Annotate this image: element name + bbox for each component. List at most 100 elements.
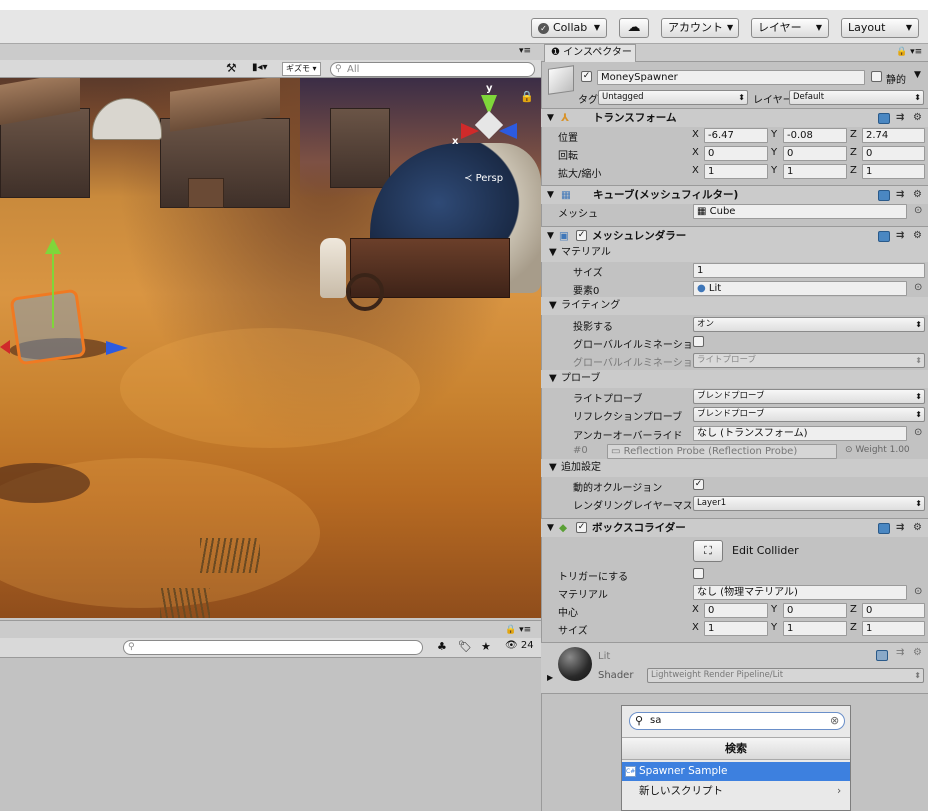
size-y-field[interactable]: 1 — [783, 621, 847, 636]
position-y-field[interactable]: -0.08 — [783, 128, 847, 143]
gizmos-dropdown[interactable]: ギズモ ▾ — [282, 62, 321, 76]
position-z-field[interactable]: 2.74 — [862, 128, 925, 143]
dynamic-occlusion-checkbox[interactable]: ✓ — [693, 479, 704, 490]
mesh-filter-header[interactable]: ▼ ▦ キューブ(メッシュフィルター) ⇉ ⚙ — [541, 185, 928, 204]
preset-icon[interactable]: ⇉ — [896, 227, 904, 245]
gi-receive-label: グローバルイルミネーションを受 — [573, 358, 691, 369]
cloud-button[interactable]: ☁ — [619, 18, 649, 38]
preset-icon[interactable]: ⇉ — [896, 519, 904, 537]
rotation-z-field[interactable]: 0 — [862, 146, 925, 161]
star-icon[interactable]: ★ — [481, 640, 491, 653]
scale-y-field[interactable]: 1 — [783, 164, 847, 179]
active-checkbox[interactable]: ✓ — [581, 71, 592, 82]
position-x-field[interactable]: -6.47 — [704, 128, 768, 143]
settings-gear-icon[interactable]: ⚙ — [913, 109, 922, 127]
additional-settings-foldout[interactable]: ▼ 追加設定 — [541, 459, 928, 477]
selected-cube[interactable] — [9, 288, 87, 366]
edit-collider-button[interactable]: ⛶ — [693, 540, 723, 562]
object-picker-icon[interactable]: ⊙ — [914, 586, 922, 597]
box-collider-enabled-checkbox[interactable]: ✓ — [576, 522, 587, 533]
collider-material-field[interactable]: なし (物理マテリアル) — [693, 585, 907, 600]
materials-size-field[interactable]: 1 — [693, 263, 925, 278]
move-gizmo-y-axis[interactable] — [52, 253, 54, 328]
mesh-field[interactable]: ▦ Cube — [693, 204, 907, 219]
mesh-renderer-header[interactable]: ▼ ▣ ✓ メッシュレンダラー ⇉ ⚙ — [541, 226, 928, 245]
camera-icon[interactable]: ▮◂▾ — [252, 62, 268, 73]
gi-checkbox[interactable] — [693, 336, 704, 347]
scene-search-input[interactable]: ⚲ All — [330, 62, 535, 77]
scale-x-field[interactable]: 1 — [704, 164, 768, 179]
popup-item-spawner-sample[interactable]: C# Spawner Sample — [622, 762, 850, 781]
trigger-checkbox[interactable] — [693, 568, 704, 579]
center-x-field[interactable]: 0 — [704, 603, 768, 618]
size-x-field[interactable]: 1 — [704, 621, 768, 636]
lock-menu-icon[interactable]: 🔒 ▾≡ — [505, 625, 531, 635]
object-name-field[interactable]: MoneySpawner — [597, 70, 865, 85]
clear-search-icon[interactable]: ⊗ — [830, 714, 839, 727]
layers-dropdown[interactable]: レイヤー ▼ — [751, 18, 829, 38]
popup-item-new-script[interactable]: 新しいスクリプト › — [622, 781, 850, 801]
component-search-input[interactable]: ⚲ sa ⊗ — [629, 712, 845, 730]
rotation-x-field[interactable]: 0 — [704, 146, 768, 161]
object-picker-icon[interactable]: ⊙ — [914, 427, 922, 438]
center-z-field[interactable]: 0 — [862, 603, 925, 618]
box-collider-header[interactable]: ▼ ◆ ✓ ボックスコライダー ⇉ ⚙ — [541, 518, 928, 537]
scene-viewport[interactable]: y x ≺ Persp 🔒 — [0, 78, 541, 618]
tab-inspector-label: インスペクター — [563, 47, 632, 58]
help-icon[interactable] — [878, 113, 890, 124]
cast-shadows-dropdown[interactable]: オン — [693, 317, 925, 332]
move-gizmo-y-arrow[interactable] — [45, 238, 61, 254]
persp-label[interactable]: ≺ Persp — [464, 173, 503, 184]
object-picker-icon[interactable]: ⊙ — [914, 205, 922, 216]
collider-material-value: なし (物理マテリアル) — [697, 587, 798, 598]
settings-gear-icon[interactable]: ⚙ — [913, 647, 922, 658]
scene-orientation-gizmo[interactable]: y x ≺ Persp — [452, 83, 529, 184]
collab-button[interactable]: ✓ Collab ▼ — [531, 18, 607, 38]
move-gizmo-z-arrow[interactable] — [106, 341, 128, 355]
preset-icon[interactable]: ⇉ — [896, 186, 904, 204]
move-gizmo-x-arrow[interactable] — [0, 340, 10, 354]
account-dropdown[interactable]: アカウント ▼ — [661, 18, 739, 38]
size-z-field[interactable]: 1 — [862, 621, 925, 636]
scale-z-field[interactable]: 1 — [862, 164, 925, 179]
layout-dropdown[interactable]: Layout ▼ — [841, 18, 919, 38]
probes-foldout[interactable]: ▼ プローブ — [541, 370, 928, 388]
anchor-override-field[interactable]: なし (トランスフォーム) — [693, 426, 907, 441]
transform-header[interactable]: ▼ ⅄ トランスフォーム ⇉ ⚙ — [541, 108, 928, 127]
tag-dropdown[interactable]: Untagged — [598, 90, 748, 105]
shader-dropdown[interactable]: Lightweight Render Pipeline/Lit — [647, 668, 924, 683]
project-search-input[interactable]: ⚲ — [123, 640, 423, 655]
tools-icon[interactable]: ⚒ — [226, 61, 237, 75]
reflection-probes-dropdown[interactable]: ブレンドプローブ — [693, 407, 925, 422]
element0-field[interactable]: ● Lit — [693, 281, 907, 296]
object-picker-icon[interactable]: ⊙ — [914, 282, 922, 293]
settings-gear-icon[interactable]: ⚙ — [913, 186, 922, 204]
preset-icon[interactable]: ⇉ — [896, 109, 904, 127]
tab-inspector[interactable]: ❶ インスペクター — [544, 44, 636, 62]
help-icon[interactable] — [878, 190, 890, 201]
label-icon[interactable]: 🏷 — [458, 640, 472, 653]
lock-icon[interactable]: 🔒 — [520, 90, 534, 103]
panel-menu-icon[interactable]: ▾≡ — [519, 46, 531, 56]
help-icon[interactable] — [878, 523, 890, 534]
preset-icon[interactable]: ⇉ — [896, 647, 904, 658]
light-probes-dropdown[interactable]: ブレンドプローブ — [693, 389, 925, 404]
rendering-layer-dropdown[interactable]: Layer1 — [693, 496, 925, 511]
settings-gear-icon[interactable]: ⚙ — [913, 227, 922, 245]
settings-gear-icon[interactable]: ⚙ — [913, 519, 922, 537]
center-y-field[interactable]: 0 — [783, 603, 847, 618]
help-icon[interactable] — [876, 650, 888, 661]
reflection-probe-field: ▭ Reflection Probe (Reflection Probe) — [607, 444, 837, 459]
rotation-y-field[interactable]: 0 — [783, 146, 847, 161]
mesh-renderer-enabled-checkbox[interactable]: ✓ — [576, 230, 587, 241]
layer-dropdown[interactable]: Default — [789, 90, 924, 105]
help-icon[interactable] — [878, 231, 890, 242]
lighting-foldout[interactable]: ▼ ライティング — [541, 297, 928, 315]
lock-menu-icon[interactable]: 🔒 ▾≡ — [896, 47, 922, 57]
static-dropdown-arrow-icon[interactable]: ▼ — [914, 70, 921, 80]
hidden-count[interactable]: 👁 24 — [505, 640, 534, 651]
search-by-type-icon[interactable]: ♣ — [437, 640, 447, 653]
static-checkbox[interactable] — [871, 71, 882, 82]
foldout-arrow-icon[interactable]: ▶ — [547, 673, 553, 682]
materials-foldout[interactable]: ▼ マテリアル — [541, 244, 928, 262]
